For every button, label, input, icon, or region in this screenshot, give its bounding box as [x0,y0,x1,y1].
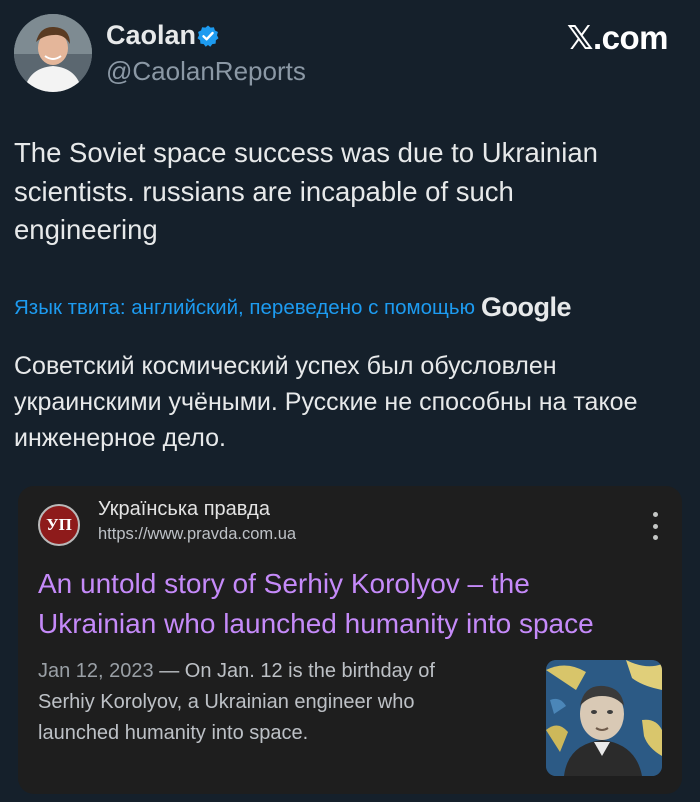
result-title-line[interactable]: Ukrainian who launched humanity into spa… [38,604,668,644]
site-logo: УП [38,504,80,546]
translated-text: Советский космический успех был обусловл… [14,348,684,456]
more-options-icon[interactable] [648,512,662,540]
tweet-text-line: The Soviet space success was due to Ukra… [14,137,598,168]
result-title-line[interactable]: An untold story of Serhiy Korolyov – the [38,564,668,604]
google-logo: Google [480,292,572,322]
site-url[interactable]: https://www.pravda.com.ua [98,525,296,544]
result-snippet: Jan 12, 2023 — On Jan. 12 is the birthda… [38,656,518,749]
site-name[interactable]: Українська правда [98,498,270,521]
tweet-text: The Soviet space success was due to Ukra… [14,134,674,250]
search-result-card[interactable]: УП Українська правда https://www.pravda.… [18,486,682,794]
snippet-line: — On Jan. 12 is the birthday of [159,660,435,682]
result-title-link[interactable]: An untold story of Serhiy Korolyov – the… [38,564,668,644]
snippet-line: Serhiy Korolyov, a Ukrainian engineer wh… [38,691,415,713]
result-thumbnail[interactable] [546,660,662,776]
author-handle[interactable]: @CaolanReports [106,56,306,87]
tweet-text-line: scientists. russians are incapable of su… [14,175,514,207]
result-date: Jan 12, 2023 [38,660,154,682]
snippet-line: launched humanity into space. [38,722,309,744]
translation-notice-text[interactable]: Язык твита: английский, переведено с пом… [14,296,475,319]
x-logo: 𝕏.com [566,19,669,56]
translation-notice[interactable]: Язык твита: английский, переведено с пом… [14,292,694,323]
verified-badge-icon [197,25,219,47]
avatar[interactable] [14,14,92,92]
tweet-header: Caolan @CaolanReports 𝕏.com [0,0,700,110]
translated-text-line: украинскими учёными. Русские не способны… [14,388,638,416]
site-logo-text: УП [46,515,72,534]
tweet-text-line: engineering [14,214,158,245]
translated-text-line: инженерное дело. [14,424,226,452]
translated-text-line: Советский космический успех был обусловл… [14,352,557,380]
author-name[interactable]: Caolan [106,20,196,51]
